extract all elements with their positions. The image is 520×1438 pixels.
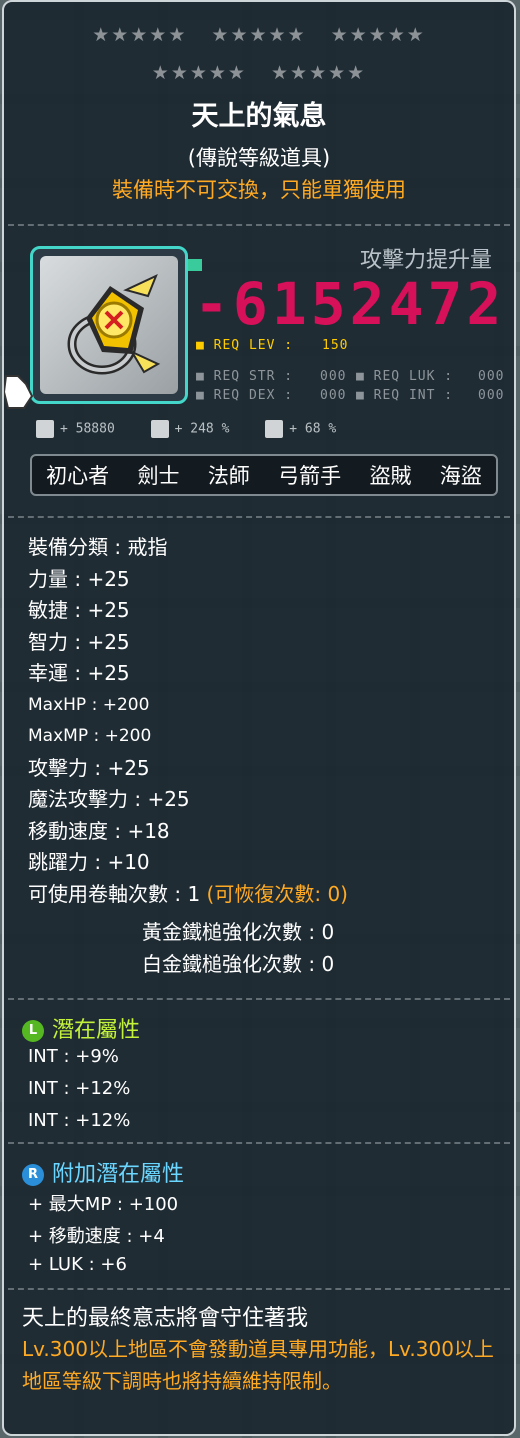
mini-stat: + 58880 <box>60 421 115 437</box>
req-str-value: 000 <box>320 369 347 384</box>
bonus-potential-line: + LUK : +6 <box>28 1254 127 1275</box>
star-group: ★★★★★ <box>271 62 367 84</box>
item-title: 天上的氣息 <box>191 101 327 132</box>
req-luk-value: 000 <box>478 369 505 384</box>
divider <box>8 516 510 518</box>
sword-icon <box>36 420 54 438</box>
stat-luk: 幸運 : +25 <box>28 661 130 685</box>
mini-stat: + 68 % <box>289 421 337 437</box>
item-tooltip: ★★★★★ ★★★★★ ★★★★★ ★★★★★ ★★★★★ 天上的氣息 (傳說等… <box>2 0 516 1436</box>
divider <box>8 224 510 226</box>
scroll-count: 可使用卷軸次數 : 1 <box>28 881 201 906</box>
trade-restriction: 裝備時不可交換，只能單獨使用 <box>112 178 406 202</box>
potential-header: L 潛在屬性 <box>22 1012 140 1044</box>
job-magician: 法師 <box>207 464 250 488</box>
job-bowman: 弓箭手 <box>278 464 342 488</box>
req-lev-label: ■ REQ LEV : <box>196 338 294 353</box>
stat-dex: 敏捷 : +25 <box>28 598 130 622</box>
star-group: ★★★★★ <box>330 24 426 46</box>
scroll-slots: 可使用卷軸次數 : 1 (可恢復次數: 0) <box>28 879 348 911</box>
hand-cursor-icon <box>4 375 34 409</box>
stat-int: 智力 : +25 <box>28 629 130 654</box>
job-beginner: 初心者 <box>46 464 110 488</box>
gold-ring-icon <box>67 274 161 375</box>
bonus-potential-title: 附加潛在屬性 <box>52 1162 185 1187</box>
legendary-grade-icon: L <box>22 1020 44 1042</box>
stat-speed: 移動速度 : +18 <box>28 818 170 843</box>
stat-maxhp: MaxHP : +200 <box>28 694 150 715</box>
potential-line: INT : +12% <box>28 1110 131 1131</box>
stat-magic-attack: 魔法攻擊力 : +25 <box>28 787 190 811</box>
req-str-label: ■ REQ STR : <box>196 369 294 384</box>
platinum-hammer-count: 白金鐵槌強化次數 : 0 <box>142 952 335 976</box>
req-int-value: 000 <box>478 388 505 403</box>
stat-category: 裝備分類 : 戒指 <box>28 535 168 559</box>
divider <box>8 1288 510 1290</box>
level-restriction-note: Lv.300以上地區不會發動道具專用功能，Lv.300以上地區等級下調時也將持續… <box>22 1337 494 1393</box>
potential-line: INT : +12% <box>28 1078 131 1099</box>
stat-str: 力量 : +25 <box>28 566 130 591</box>
item-grade: (傳說等級道具) <box>187 146 331 170</box>
item-icon-frame <box>30 246 188 404</box>
potential-line: INT : +9% <box>28 1046 119 1067</box>
shield-break-icon <box>265 420 284 438</box>
boss-icon <box>150 420 169 438</box>
star-group: ★★★★★ <box>151 62 247 84</box>
attack-increase-value: -6152472 <box>194 270 506 338</box>
job-warrior: 劍士 <box>137 464 180 488</box>
bonus-potential-header: R 附加潛在屬性 <box>22 1156 184 1188</box>
star-force-row-1: ★★★★★ ★★★★★ ★★★★★ <box>4 24 514 46</box>
job-requirements: 初心者 劍士 法師 弓箭手 盜賊 海盜 <box>30 454 498 496</box>
gold-hammer-count: 黃金鐵槌強化次數 : 0 <box>142 920 335 944</box>
req-dex-label: ■ REQ DEX : <box>196 388 294 403</box>
bonus-potential-line: + 移動速度 : +4 <box>28 1226 165 1247</box>
item-icon-background <box>40 256 178 394</box>
rare-grade-icon: R <box>22 1164 44 1186</box>
req-lev-value: 150 <box>322 338 349 353</box>
star-force-row-2: ★★★★★ ★★★★★ <box>4 62 514 84</box>
flavor-text: 天上的最終意志將會守住著我 <box>22 1306 309 1331</box>
potential-title: 潛在屬性 <box>52 1018 141 1043</box>
req-luk-label: ■ REQ LUK : <box>356 369 454 384</box>
req-dex-value: 000 <box>320 388 347 403</box>
divider <box>8 998 510 1000</box>
job-pirate: 海盜 <box>439 464 482 488</box>
req-int-label: ■ REQ INT : <box>356 388 454 403</box>
stat-jump: 跳躍力 : +10 <box>28 850 150 874</box>
job-thief: 盜賊 <box>369 464 412 488</box>
star-group: ★★★★★ <box>92 24 188 46</box>
mini-stat-row: + 58880 + 248 % + 68 % <box>36 420 364 438</box>
stat-attack: 攻擊力 : +25 <box>28 755 150 780</box>
stat-list: 裝備分類 : 戒指 力量 : +25 敏捷 : +25 智力 : +25 幸運 … <box>28 532 348 910</box>
stat-maxmp: MaxMP : +200 <box>28 726 152 746</box>
bonus-potential-line: + 最大MP : +100 <box>28 1194 179 1215</box>
mini-stat: + 248 % <box>174 421 230 437</box>
star-group: ★★★★★ <box>211 24 307 46</box>
divider <box>8 1142 510 1144</box>
scroll-recover: (可恢復次數: 0) <box>206 881 348 906</box>
